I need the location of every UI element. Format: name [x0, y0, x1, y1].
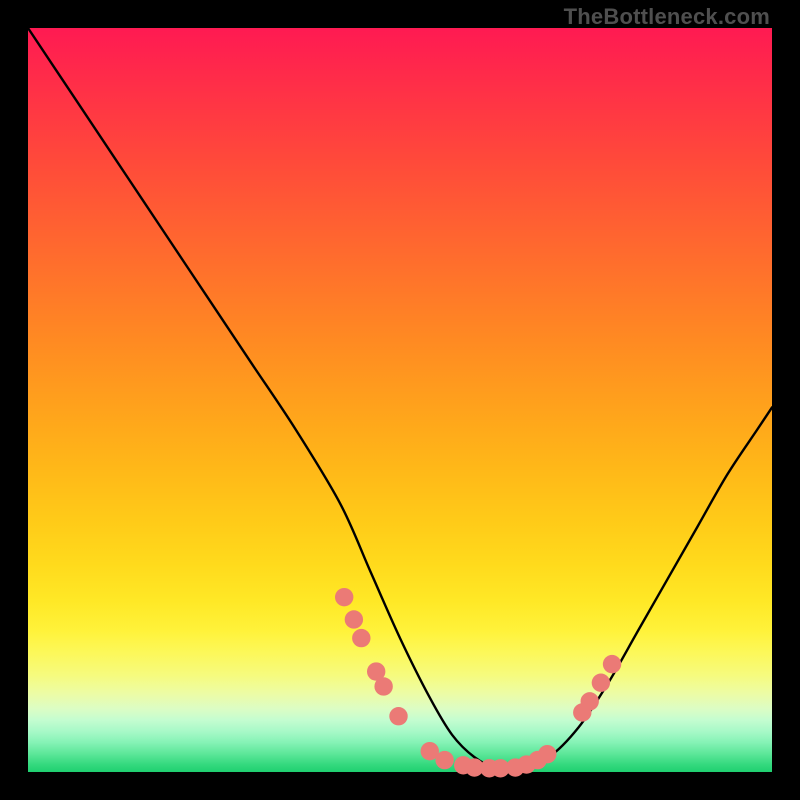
- curve-marker: [352, 629, 370, 647]
- curve-layer: [28, 28, 772, 772]
- curve-marker: [592, 674, 610, 692]
- curve-marker: [345, 610, 363, 628]
- curve-marker: [335, 588, 353, 606]
- curve-marker: [374, 677, 392, 695]
- curve-marker: [538, 745, 556, 763]
- curve-marker: [581, 692, 599, 710]
- curve-marker: [435, 751, 453, 769]
- chart-frame: TheBottleneck.com: [0, 0, 800, 800]
- curve-markers: [335, 588, 621, 778]
- curve-marker: [603, 655, 621, 673]
- curve-marker: [389, 707, 407, 725]
- watermark-text: TheBottleneck.com: [564, 4, 770, 30]
- bottleneck-curve: [28, 28, 772, 770]
